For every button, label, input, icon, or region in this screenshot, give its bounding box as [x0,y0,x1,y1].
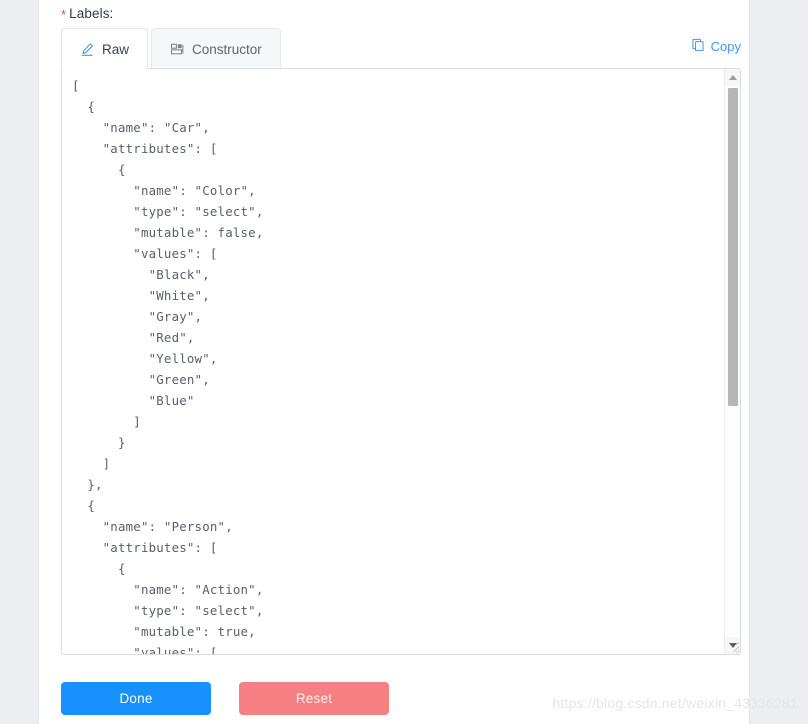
labels-label-text: Labels: [69,6,114,21]
editor-tabs: Raw Constructor Copy [61,28,741,69]
screen-root: * Labels: Raw Constructor Copy [{"name… [0,0,808,724]
blocks-layout-icon [170,42,185,57]
tab-strip: Raw Constructor [61,28,281,69]
scrollbar-track[interactable] [725,86,740,637]
labels-field-label: * Labels: [61,6,114,22]
scrollbar-thumb[interactable] [728,88,738,406]
pencil-edit-icon [80,42,95,57]
tab-constructor-label: Constructor [192,41,262,57]
done-button[interactable]: Done [61,682,211,715]
watermark: https://blog.csdn.net/weixin_43336281 [552,695,798,711]
tab-constructor[interactable]: Constructor [151,28,281,69]
reset-button[interactable]: Reset [239,682,389,715]
editor-vertical-scrollbar[interactable] [724,69,740,654]
copy-icon [691,38,705,55]
resize-handle[interactable] [725,639,739,653]
copy-button[interactable]: Copy [691,38,741,55]
scroll-up-arrow[interactable] [725,69,740,86]
copy-button-label: Copy [710,39,741,54]
required-asterisk: * [61,7,67,22]
tab-raw-label: Raw [102,41,130,57]
tab-raw[interactable]: Raw [61,28,149,69]
form-actions: Done Reset [61,682,389,715]
json-editor[interactable]: [ { "name": "Car", "attributes": [ { "na… [61,68,741,655]
json-editor-content[interactable]: [ { "name": "Car", "attributes": [ { "na… [72,75,725,654]
json-editor-viewport[interactable]: [ { "name": "Car", "attributes": [ { "na… [62,69,725,654]
form-card: * Labels: Raw Constructor Copy [{"name… [38,0,750,724]
